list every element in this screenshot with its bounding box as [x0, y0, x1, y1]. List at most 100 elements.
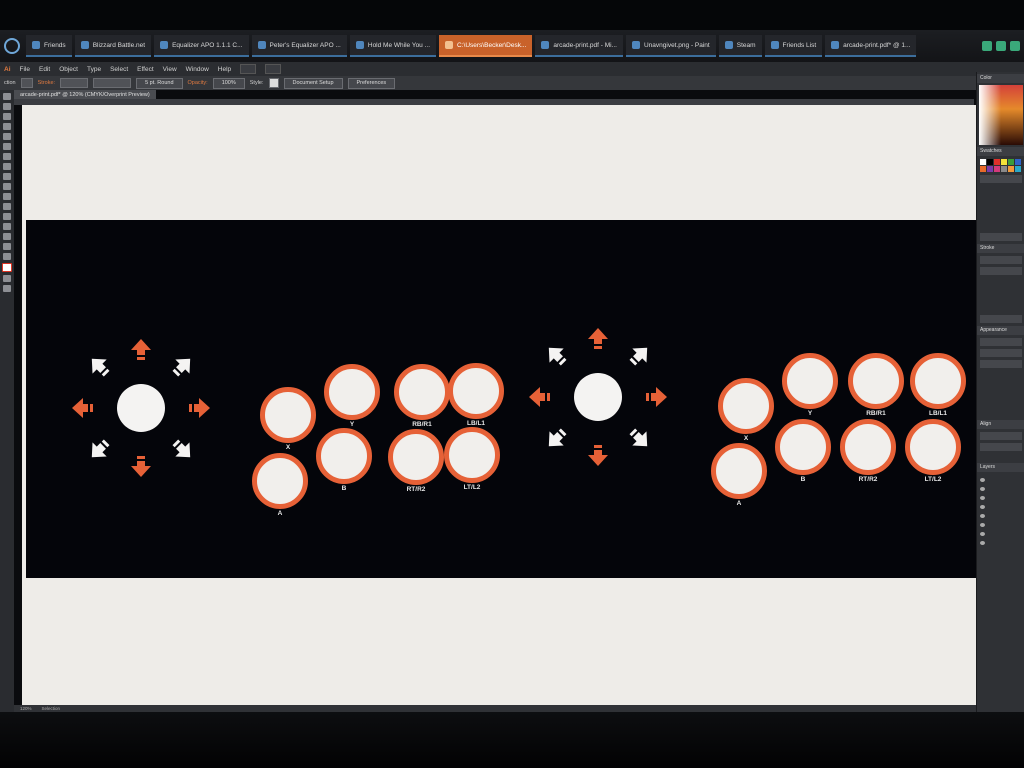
- swatches-panel-tab[interactable]: Swatches: [977, 147, 1024, 156]
- menu-item-help[interactable]: Help: [218, 66, 231, 73]
- layer-row[interactable]: [977, 535, 1024, 545]
- taskbar-item[interactable]: Friends: [26, 35, 72, 57]
- arcade-button[interactable]: [252, 453, 308, 509]
- swatch[interactable]: [1008, 159, 1014, 165]
- tool-icon[interactable]: [3, 123, 11, 130]
- tool-icon[interactable]: [3, 223, 11, 230]
- tool-icon[interactable]: [3, 103, 11, 110]
- bridge-button[interactable]: [240, 64, 257, 74]
- swatch-grid[interactable]: [980, 159, 1022, 172]
- taskbar-item[interactable]: Steam: [718, 35, 762, 57]
- brush-definition-dropdown[interactable]: 5 pt. Round: [136, 77, 183, 89]
- taskbar-item[interactable]: Blizzard Battle.net: [74, 35, 152, 57]
- layer-row[interactable]: [977, 508, 1024, 518]
- tool-icon[interactable]: [3, 133, 11, 140]
- layer-row[interactable]: [977, 481, 1024, 491]
- fill-stroke-swatch[interactable]: [2, 263, 12, 272]
- visibility-eye-icon[interactable]: [980, 541, 985, 545]
- tool-icon[interactable]: [3, 183, 11, 190]
- taskbar-item[interactable]: arcade-print.pdf* @ 1...: [825, 35, 917, 57]
- appearance-panel-tab[interactable]: Appearance: [977, 326, 1024, 335]
- color-panel-tab[interactable]: Color: [977, 74, 1024, 83]
- graphic-style-swatch[interactable]: [268, 78, 279, 88]
- taskbar-item[interactable]: Peter's Equalizer APO ...: [251, 35, 347, 57]
- taskbar-item[interactable]: Unavngivet.png - Paint: [625, 35, 716, 57]
- swatch[interactable]: [987, 166, 993, 172]
- layer-row[interactable]: [977, 472, 1024, 482]
- align-panel-tab[interactable]: Align: [977, 420, 1024, 429]
- stroke-panel-tab[interactable]: Stroke: [977, 244, 1024, 253]
- swatch[interactable]: [994, 159, 1000, 165]
- tool-icon[interactable]: [3, 275, 11, 282]
- menu-item-effect[interactable]: Effect: [137, 66, 154, 73]
- tool-icon[interactable]: [3, 153, 11, 160]
- arcade-button[interactable]: [444, 427, 500, 483]
- document-tab[interactable]: arcade-print.pdf* @ 120% (CMYK/Overprint…: [14, 90, 156, 99]
- arcade-button[interactable]: [775, 419, 831, 475]
- arcade-button[interactable]: [905, 419, 961, 475]
- arrange-documents-button[interactable]: [265, 64, 282, 74]
- menu-item-edit[interactable]: Edit: [39, 66, 50, 73]
- tool-icon[interactable]: [3, 243, 11, 250]
- opacity-field[interactable]: 100%: [212, 77, 245, 89]
- tray-icon[interactable]: [1010, 41, 1020, 51]
- variable-width-field[interactable]: [93, 78, 132, 88]
- swatch[interactable]: [980, 166, 986, 172]
- swatch[interactable]: [1001, 159, 1007, 165]
- arcade-button[interactable]: [910, 353, 966, 409]
- taskbar-item[interactable]: arcade-print.pdf - Mi...: [535, 35, 623, 57]
- arcade-button[interactable]: [394, 364, 450, 420]
- taskbar-item[interactable]: Equalizer APO 1.1.1 C...: [154, 35, 249, 57]
- taskbar-item[interactable]: Friends List: [764, 35, 823, 57]
- stroke-weight-field[interactable]: [60, 78, 89, 88]
- tool-icon[interactable]: [3, 213, 11, 220]
- arcade-button[interactable]: [711, 443, 767, 499]
- artboard-arcade-panel[interactable]: X Y RB/R1 LB/L1 A B RT/R2 LT/L2 X Y RB/R1 LB/L1 A B RT…: [26, 220, 982, 578]
- tool-icon[interactable]: [3, 163, 11, 170]
- layer-row[interactable]: [977, 517, 1024, 527]
- swatch[interactable]: [1015, 166, 1021, 172]
- layer-row[interactable]: [977, 490, 1024, 500]
- arcade-button[interactable]: [388, 429, 444, 485]
- menu-item-object[interactable]: Object: [59, 66, 78, 73]
- menu-item-file[interactable]: File: [20, 66, 30, 73]
- document-setup-button[interactable]: Document Setup: [283, 77, 343, 89]
- arcade-button[interactable]: [316, 428, 372, 484]
- layers-panel-tab[interactable]: Layers: [977, 463, 1024, 472]
- swatch[interactable]: [1015, 159, 1021, 165]
- preferences-button[interactable]: Preferences: [347, 77, 396, 89]
- tool-icon[interactable]: [3, 193, 11, 200]
- fill-color-box[interactable]: [20, 78, 33, 88]
- swatch[interactable]: [980, 159, 986, 165]
- arcade-button[interactable]: [782, 353, 838, 409]
- menu-item-window[interactable]: Window: [186, 66, 209, 73]
- start-search-icon[interactable]: [4, 38, 20, 54]
- arcade-button[interactable]: [324, 364, 380, 420]
- arcade-button[interactable]: [718, 378, 774, 434]
- tool-icon[interactable]: [3, 93, 11, 100]
- menu-item-view[interactable]: View: [163, 66, 177, 73]
- swatch[interactable]: [1001, 166, 1007, 172]
- swatch[interactable]: [994, 166, 1000, 172]
- menu-item-select[interactable]: Select: [110, 66, 128, 73]
- arcade-button[interactable]: [848, 353, 904, 409]
- zoom-level[interactable]: 120%: [20, 706, 32, 711]
- swatch[interactable]: [987, 159, 993, 165]
- swatch[interactable]: [1008, 166, 1014, 172]
- arcade-button[interactable]: [448, 363, 504, 419]
- tool-icon[interactable]: [3, 203, 11, 210]
- menu-item-type[interactable]: Type: [87, 66, 101, 73]
- tool-icon[interactable]: [3, 285, 11, 292]
- tray-icon[interactable]: [982, 41, 992, 51]
- tool-icon[interactable]: [3, 113, 11, 120]
- taskbar-item[interactable]: C:\Users\Becker\Desk...: [439, 35, 533, 57]
- tool-icon[interactable]: [3, 173, 11, 180]
- layer-row[interactable]: [977, 499, 1024, 509]
- tool-icon[interactable]: [3, 233, 11, 240]
- layer-row[interactable]: [977, 526, 1024, 536]
- color-spectrum[interactable]: [979, 85, 1023, 145]
- arcade-button[interactable]: [840, 419, 896, 475]
- tray-icon[interactable]: [996, 41, 1006, 51]
- canvas[interactable]: X Y RB/R1 LB/L1 A B RT/R2 LT/L2 X Y RB/R1 LB/L1 A B RT…: [22, 105, 984, 705]
- tool-icon[interactable]: [3, 253, 11, 260]
